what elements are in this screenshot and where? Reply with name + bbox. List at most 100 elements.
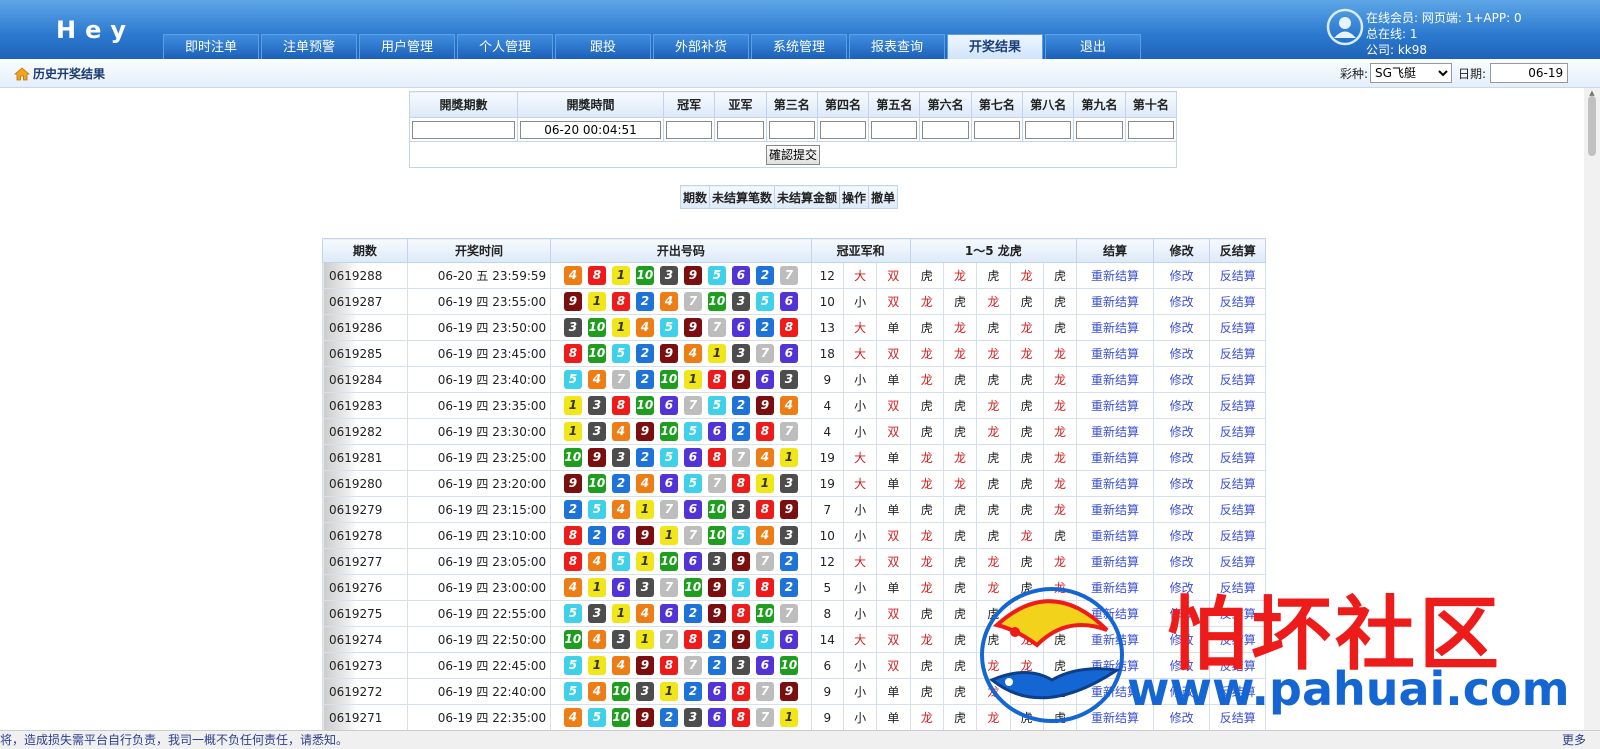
reverse-settle-link[interactable]: 反结算 — [1209, 678, 1266, 705]
rank-9-input[interactable] — [1076, 120, 1123, 139]
number-ball: 10 — [563, 448, 582, 467]
reverse-settle-link[interactable]: 反结算 — [1209, 626, 1266, 653]
dragon-tiger-cell: 虎 — [942, 652, 978, 679]
tab-external-restock[interactable]: 外部补货 — [653, 34, 749, 59]
tab-bet-alerts[interactable]: 注单预警 — [261, 34, 357, 59]
dragon-tiger-cell: 虎 — [1009, 444, 1044, 471]
number-ball: 2 — [659, 708, 678, 727]
rank-7-input[interactable] — [973, 120, 1021, 139]
period-cell: 0619284 — [322, 366, 408, 393]
resettle-link[interactable]: 重新结算 — [1076, 548, 1154, 575]
edit-link[interactable]: 修改 — [1152, 678, 1211, 705]
edit-link[interactable]: 修改 — [1152, 548, 1211, 575]
resettle-link[interactable]: 重新结算 — [1076, 574, 1154, 601]
resettle-link[interactable]: 重新结算 — [1076, 522, 1154, 549]
resettle-link[interactable]: 重新结算 — [1076, 418, 1154, 445]
sum-cell: 10 — [810, 288, 844, 315]
number-ball: 9 — [635, 656, 654, 675]
scroll-thumb[interactable] — [1588, 96, 1596, 156]
edit-link[interactable]: 修改 — [1152, 418, 1211, 445]
resettle-link[interactable]: 重新结算 — [1076, 262, 1154, 289]
rank-5-input[interactable] — [871, 120, 918, 139]
sum-cell: 4 — [810, 418, 844, 445]
edit-link[interactable]: 修改 — [1152, 522, 1211, 549]
edit-link[interactable]: 修改 — [1152, 652, 1211, 679]
rank-8-input[interactable] — [1025, 120, 1072, 139]
resettle-link[interactable]: 重新结算 — [1076, 470, 1154, 497]
table-row: 0619279 06-19 四 23:15:00 2 5 4 1 7 6 10 3 8 9 7 小单虎虎虎… — [322, 496, 1266, 523]
lottery-label: 彩种: — [1340, 66, 1369, 81]
edit-link[interactable]: 修改 — [1152, 574, 1211, 601]
number-ball: 3 — [635, 578, 654, 597]
resettle-link[interactable]: 重新结算 — [1076, 626, 1154, 653]
tab-logout[interactable]: 退出 — [1045, 34, 1141, 59]
period-input[interactable] — [412, 120, 515, 139]
tab-follow-bet[interactable]: 跟投 — [555, 34, 651, 59]
footer-more-link[interactable]: 更多 — [1562, 731, 1586, 749]
resettle-link[interactable]: 重新结算 — [1076, 288, 1154, 315]
edit-link[interactable]: 修改 — [1152, 340, 1211, 367]
resettle-link[interactable]: 重新结算 — [1076, 366, 1154, 393]
tab-personal[interactable]: 个人管理 — [457, 34, 553, 59]
tab-user-management[interactable]: 用户管理 — [359, 34, 455, 59]
time-input[interactable] — [520, 120, 661, 139]
edit-link[interactable]: 修改 — [1152, 470, 1211, 497]
reverse-settle-link[interactable]: 反结算 — [1209, 704, 1266, 730]
resettle-link[interactable]: 重新结算 — [1076, 496, 1154, 523]
reverse-settle-link[interactable]: 反结算 — [1209, 444, 1266, 471]
date-input[interactable] — [1490, 63, 1569, 83]
edit-link[interactable]: 修改 — [1152, 262, 1211, 289]
reverse-settle-link[interactable]: 反结算 — [1209, 288, 1266, 315]
reverse-settle-link[interactable]: 反结算 — [1209, 600, 1266, 627]
reverse-settle-link[interactable]: 反结算 — [1209, 652, 1266, 679]
reverse-settle-link[interactable]: 反结算 — [1209, 418, 1266, 445]
confirm-submit-button[interactable]: 確認提交 — [765, 144, 820, 165]
edit-link[interactable]: 修改 — [1152, 626, 1211, 653]
dragon-tiger-cell: 虎 — [909, 418, 944, 445]
edit-link[interactable]: 修改 — [1152, 392, 1211, 419]
edit-link[interactable]: 修改 — [1152, 704, 1211, 730]
rank-1-input[interactable] — [666, 120, 713, 139]
edit-link[interactable]: 修改 — [1152, 314, 1211, 341]
reverse-settle-link[interactable]: 反结算 — [1209, 548, 1266, 575]
reverse-settle-link[interactable]: 反结算 — [1209, 496, 1266, 523]
edit-link[interactable]: 修改 — [1152, 600, 1211, 627]
reverse-settle-link[interactable]: 反结算 — [1209, 366, 1266, 393]
edit-link[interactable]: 修改 — [1152, 366, 1211, 393]
dragon-tiger-cell: 虎 — [1042, 678, 1078, 705]
rank-4-input[interactable] — [819, 120, 867, 139]
page-scrollbar[interactable]: ▲ — [1584, 88, 1600, 730]
dragon-tiger-cell: 龙 — [976, 704, 1011, 730]
tab-system[interactable]: 系统管理 — [751, 34, 847, 59]
rank-3-input[interactable] — [768, 120, 815, 139]
rank-10-input[interactable] — [1127, 120, 1174, 139]
reverse-settle-link[interactable]: 反结算 — [1209, 340, 1266, 367]
resettle-link[interactable]: 重新结算 — [1076, 678, 1154, 705]
rank-6-input[interactable] — [922, 120, 969, 139]
resettle-link[interactable]: 重新结算 — [1076, 652, 1154, 679]
table-row: 0619276 06-19 四 23:00:00 4 1 6 3 7 10 9 5 8 2 5 小单龙虎龙… — [322, 574, 1266, 601]
footer-bar: 将，造成损失需平台自行负责，我司一概不负任何责任，请悉知。 更多 — [0, 730, 1600, 749]
reverse-settle-link[interactable]: 反结算 — [1209, 262, 1266, 289]
lottery-select[interactable]: SG飞艇 — [1370, 63, 1453, 83]
resettle-link[interactable]: 重新结算 — [1076, 444, 1154, 471]
edit-link[interactable]: 修改 — [1152, 444, 1211, 471]
resettle-link[interactable]: 重新结算 — [1076, 340, 1154, 367]
reverse-settle-link[interactable]: 反结算 — [1209, 522, 1266, 549]
number-ball: 8 — [707, 448, 726, 467]
reverse-settle-link[interactable]: 反结算 — [1209, 574, 1266, 601]
rank-2-input[interactable] — [717, 120, 764, 139]
tab-live-bets[interactable]: 即时注单 — [163, 34, 259, 59]
resettle-link[interactable]: 重新结算 — [1076, 704, 1154, 730]
edit-link[interactable]: 修改 — [1152, 496, 1211, 523]
edit-link[interactable]: 修改 — [1152, 288, 1211, 315]
number-ball: 9 — [731, 552, 750, 571]
resettle-link[interactable]: 重新结算 — [1076, 600, 1154, 627]
reverse-settle-link[interactable]: 反结算 — [1209, 470, 1266, 497]
resettle-link[interactable]: 重新结算 — [1076, 314, 1154, 341]
reverse-settle-link[interactable]: 反结算 — [1209, 392, 1266, 419]
tab-reports[interactable]: 报表查询 — [849, 34, 945, 59]
tab-draw-results[interactable]: 开奖结果 — [947, 34, 1043, 59]
reverse-settle-link[interactable]: 反结算 — [1209, 314, 1266, 341]
resettle-link[interactable]: 重新结算 — [1076, 392, 1154, 419]
